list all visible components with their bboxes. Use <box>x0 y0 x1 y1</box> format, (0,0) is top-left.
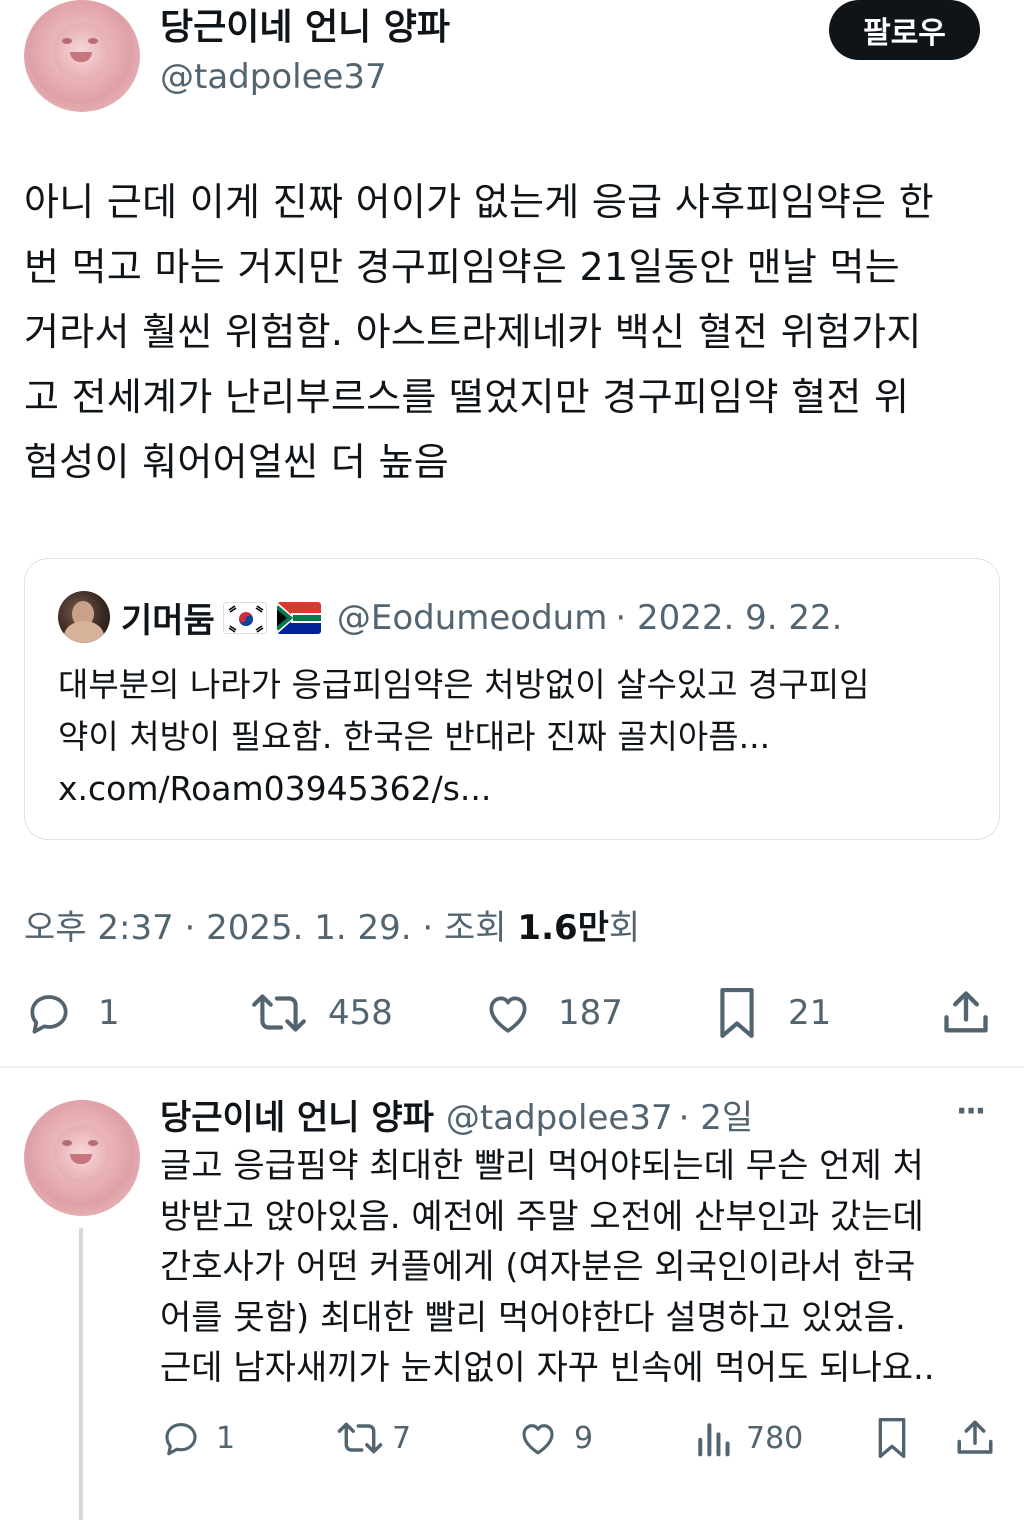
thread-line <box>79 1228 83 1520</box>
more-options-icon[interactable]: ··· <box>956 1094 986 1129</box>
bookmark-icon <box>720 987 754 1038</box>
quoted-author-handle[interactable]: @Eodumeodum <box>337 598 608 638</box>
like-button[interactable]: 187 <box>482 984 623 1042</box>
view-count-suffix: 회 <box>608 908 641 948</box>
reply-text-line: 방받고 앉아있음. 예전에 주말 오전에 산부인과 갔는데 <box>160 1196 924 1237</box>
reply-author-handle[interactable]: @tadpolee37 <box>446 1094 673 1142</box>
tweet-text-line: 번 먹고 마는 거지만 경구피임약은 21일동안 맨날 먹는 <box>24 245 901 289</box>
bookmark-icon <box>878 1417 906 1458</box>
retweet-icon <box>337 1422 383 1454</box>
author-handle[interactable]: @tadpolee37 <box>160 54 387 100</box>
tweet-timestamp[interactable]: 오후 2:37 · 2025. 1. 29. · 조회 <box>24 908 517 948</box>
heart-icon <box>489 996 527 1033</box>
share-icon <box>957 1420 993 1454</box>
reply-bookmark-button[interactable] <box>872 1414 912 1462</box>
tweet-text-line: 고 전세계가 난리부르스를 떨었지만 경구피임약 혈전 위 <box>24 375 910 419</box>
quoted-author-name[interactable]: 기머둠 <box>121 593 215 642</box>
reply-text-line: 어를 못함) 최대한 빨리 먹어야한다 설명하고 있었음. <box>160 1297 906 1338</box>
tweet-text-line: 아니 근데 이게 진짜 어이가 없는게 응급 사후피임약은 한 <box>24 180 935 224</box>
quoted-tweet-card[interactable]: 기머둠 @Eodumeodum · 2022. 9. 22. 대부분의 나라가 … <box>24 558 1000 840</box>
tweet-meta: 오후 2:37 · 2025. 1. 29. · 조회 1.6만회 <box>24 900 640 949</box>
bookmark-count: 21 <box>788 993 832 1033</box>
reply-reply-button[interactable]: 1 <box>160 1416 235 1460</box>
reply-text-line: 글고 응급핌약 최대한 빨리 먹어야되는데 무슨 언제 처 <box>160 1146 924 1186</box>
reply-share-button[interactable] <box>954 1414 996 1462</box>
reply-time[interactable]: · 2일 <box>679 1094 754 1142</box>
quoted-tweet-date[interactable]: · 2022. 9. 22. <box>615 598 842 638</box>
reply-text: 글고 응급핌약 최대한 빨리 먹어야되는데 무슨 언제 처 방받고 앉아있음. … <box>160 1141 1010 1394</box>
reply-author-avatar[interactable] <box>24 1100 140 1216</box>
reply-text-line: 근데 남자새끼가 눈치없이 자꾸 빈속에 먹어도 되나요.. <box>160 1348 935 1388</box>
quoted-text-line: 약이 처방이 필요함. 한국은 반대라 진짜 골치아픔... <box>58 717 771 756</box>
analytics-bar-icon <box>698 1423 730 1457</box>
divider <box>0 1066 1024 1068</box>
reply-view-count: 780 <box>746 1420 804 1456</box>
quoted-tweet-text: 대부분의 나라가 응급피임약은 처방없이 살수있고 경구피임 약이 처방이 필요… <box>58 659 988 815</box>
reply-icon <box>30 995 68 1034</box>
view-count: 1.6만 <box>517 908 609 948</box>
bookmark-button[interactable]: 21 <box>712 984 831 1042</box>
tweet-text: 아니 근데 이게 진짜 어이가 없는게 응급 사후피임약은 한 번 먹고 마는 … <box>24 170 1014 495</box>
follow-button[interactable]: 팔로우 <box>829 0 980 60</box>
author-avatar[interactable] <box>24 0 140 112</box>
reply-retweet-count: 7 <box>392 1420 412 1456</box>
quoted-link[interactable]: x.com/Roam03945362/s... <box>58 763 988 815</box>
retweet-icon <box>252 994 306 1032</box>
like-count: 187 <box>558 993 623 1033</box>
quoted-text-line: 대부분의 나라가 응급피임약은 처방없이 살수있고 경구피임 <box>58 665 870 704</box>
quoted-author-avatar[interactable] <box>58 591 110 643</box>
share-button[interactable] <box>940 984 992 1042</box>
south-korea-flag-icon <box>222 601 267 634</box>
tweet-text-line: 험성이 훠어어얼씬 더 높음 <box>24 440 449 484</box>
tweet-text-line: 거라서 훨씬 위험함. 아스트라제네카 백신 혈전 위험가지 <box>24 310 922 354</box>
reply-retweet-button[interactable]: 7 <box>336 1416 411 1460</box>
reply-button[interactable]: 1 <box>24 984 120 1042</box>
south-africa-flag-icon <box>276 601 321 634</box>
share-icon <box>944 991 988 1033</box>
author-name[interactable]: 당근이네 언니 양파 <box>160 4 450 52</box>
reply-views-button[interactable]: 780 <box>694 1416 803 1460</box>
reply-like-count: 9 <box>574 1420 594 1456</box>
reply-author-name[interactable]: 당근이네 언니 양파 <box>160 1094 434 1142</box>
reply-count: 1 <box>98 993 120 1033</box>
retweet-button[interactable]: 458 <box>250 984 393 1042</box>
reply-icon <box>165 1422 197 1456</box>
heart-icon <box>522 1424 554 1455</box>
reply-reply-count: 1 <box>216 1420 236 1456</box>
retweet-count: 458 <box>328 993 393 1033</box>
reply-like-button[interactable]: 9 <box>516 1416 593 1460</box>
reply-text-line: 간호사가 어떤 커플에게 (여자분은 외국인이라서 한국 <box>160 1247 916 1287</box>
